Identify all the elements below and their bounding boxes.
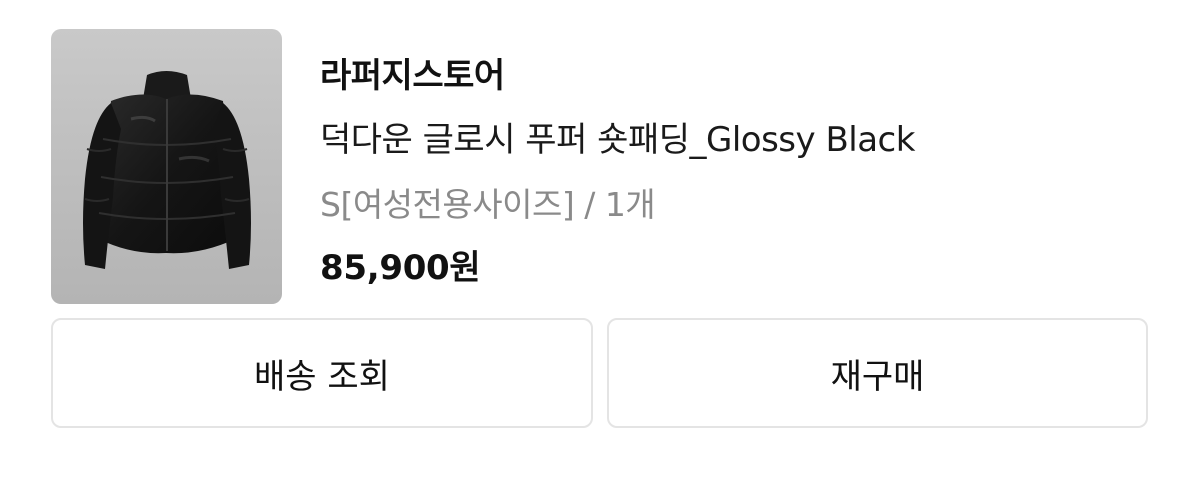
track-delivery-button[interactable]: 배송 조회	[51, 318, 593, 428]
product-price: 85,900원	[320, 248, 481, 288]
black-puffer-jacket-image	[83, 71, 251, 269]
order-item-card: 라퍼지스토어 덕다운 글로시 푸퍼 숏패딩_Glossy Black S[여성전…	[0, 0, 1200, 484]
product-thumbnail[interactable]	[51, 29, 282, 304]
product-name[interactable]: 덕다운 글로시 푸퍼 숏패딩_Glossy Black	[320, 112, 915, 161]
product-option: S[여성전용사이즈] / 1개	[320, 185, 656, 224]
store-name[interactable]: 라퍼지스토어	[320, 48, 505, 97]
rebuy-button[interactable]: 재구매	[607, 318, 1148, 428]
